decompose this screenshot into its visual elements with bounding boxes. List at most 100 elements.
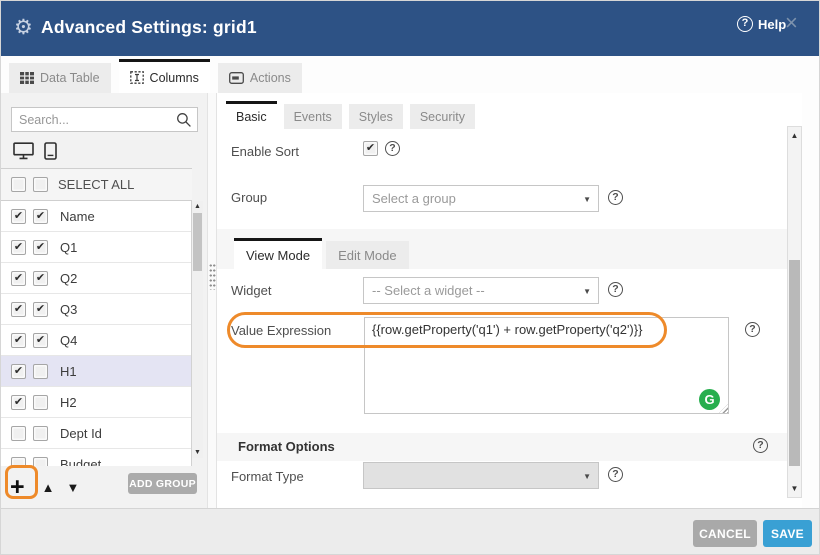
- desktop-checkbox[interactable]: [11, 426, 26, 441]
- desktop-icon[interactable]: [13, 142, 34, 165]
- select-all-mobile-checkbox[interactable]: [33, 177, 48, 192]
- mobile-checkbox[interactable]: ✔: [33, 209, 48, 224]
- widget-label: Widget: [231, 283, 271, 298]
- settings-scrollbar[interactable]: ▲ ▼: [787, 126, 802, 498]
- mobile-checkbox[interactable]: ✔: [33, 333, 48, 348]
- gear-icon: ⚙: [14, 15, 33, 41]
- select-all-row[interactable]: SELECT ALL: [1, 169, 192, 201]
- add-group-button[interactable]: ADD GROUP: [128, 473, 197, 494]
- mobile-checkbox[interactable]: [33, 395, 48, 410]
- column-name: Q1: [60, 240, 77, 255]
- tab-basic[interactable]: Basic: [226, 101, 277, 129]
- value-expression-help-icon[interactable]: ?: [745, 322, 760, 337]
- widget-select-value: -- Select a widget --: [372, 283, 485, 298]
- column-row-name[interactable]: ✔ ✔ Name: [1, 201, 191, 232]
- save-button[interactable]: SAVE: [763, 520, 812, 547]
- search-input[interactable]: [19, 109, 169, 130]
- desktop-checkbox[interactable]: ✔: [11, 271, 26, 286]
- tab-edit-mode[interactable]: Edit Mode: [326, 241, 409, 269]
- dialog-title: Advanced Settings: grid1: [41, 17, 257, 38]
- tab-security[interactable]: Security: [410, 104, 475, 129]
- desktop-checkbox[interactable]: ✔: [11, 240, 26, 255]
- advanced-settings-dialog: ⚙ Advanced Settings: grid1 ? Help × Data…: [0, 0, 820, 555]
- group-help-icon[interactable]: ?: [608, 190, 623, 205]
- enable-sort-help-icon[interactable]: ?: [385, 141, 400, 156]
- desktop-checkbox[interactable]: ✔: [11, 364, 26, 379]
- column-row-h1[interactable]: ✔ H1: [1, 356, 191, 387]
- enable-sort-checkbox[interactable]: ✔: [363, 141, 378, 156]
- mobile-icon[interactable]: [44, 142, 57, 165]
- widget-select[interactable]: -- Select a widget -- ▼: [363, 277, 599, 304]
- mobile-checkbox[interactable]: [33, 457, 48, 467]
- chevron-down-icon: ▼: [583, 287, 591, 296]
- column-name: Q2: [60, 271, 77, 286]
- add-column-button[interactable]: +: [10, 473, 25, 501]
- tab-label: Columns: [150, 71, 199, 85]
- format-type-help-icon[interactable]: ?: [608, 467, 623, 482]
- chevron-down-icon: ▼: [583, 195, 591, 204]
- group-select-value: Select a group: [372, 191, 456, 206]
- column-name: Q3: [60, 302, 77, 317]
- group-select[interactable]: Select a group ▼: [363, 185, 599, 212]
- tab-label: Events: [294, 110, 332, 124]
- desktop-checkbox[interactable]: [11, 457, 26, 467]
- column-row-q4[interactable]: ✔ ✔ Q4: [1, 325, 191, 356]
- grammarly-icon[interactable]: G: [699, 389, 720, 410]
- format-type-select[interactable]: ▼: [363, 462, 599, 489]
- scroll-up-icon[interactable]: ▲: [192, 203, 203, 210]
- dialog-footer: CANCEL SAVE: [1, 508, 820, 555]
- column-name: Q4: [60, 333, 77, 348]
- desktop-checkbox[interactable]: ✔: [11, 395, 26, 410]
- tab-data-table[interactable]: Data Table: [9, 63, 111, 93]
- splitter-grip-icon[interactable]: [209, 263, 216, 290]
- column-name: Budget: [60, 457, 101, 467]
- column-row-budget[interactable]: Budget: [1, 449, 191, 466]
- scroll-up-icon[interactable]: ▲: [788, 131, 801, 140]
- mobile-checkbox[interactable]: ✔: [33, 302, 48, 317]
- help-question-icon: ?: [737, 16, 753, 32]
- tab-actions[interactable]: Actions: [218, 63, 302, 93]
- columns-icon: [130, 71, 144, 84]
- column-row-q3[interactable]: ✔ ✔ Q3: [1, 294, 191, 325]
- select-all-desktop-checkbox[interactable]: [11, 177, 26, 192]
- scroll-down-icon[interactable]: ▼: [192, 449, 203, 456]
- mobile-checkbox[interactable]: ✔: [33, 240, 48, 255]
- tab-label: Styles: [359, 110, 393, 124]
- table-icon: [20, 72, 34, 84]
- widget-help-icon[interactable]: ?: [608, 282, 623, 297]
- desktop-checkbox[interactable]: ✔: [11, 209, 26, 224]
- group-label: Group: [231, 190, 267, 205]
- mobile-checkbox[interactable]: ✔: [33, 271, 48, 286]
- column-row-q2[interactable]: ✔ ✔ Q2: [1, 263, 191, 294]
- help-button[interactable]: ? Help: [737, 16, 786, 32]
- column-row-dept-id[interactable]: Dept Id: [1, 418, 191, 449]
- move-down-button[interactable]: ▼: [66, 480, 79, 495]
- close-icon[interactable]: ×: [785, 12, 798, 34]
- move-up-button[interactable]: ▲: [42, 480, 55, 495]
- column-list: ✔ ✔ Name ✔ ✔ Q1 ✔ ✔ Q2 ✔ ✔ Q3 ✔ ✔: [1, 201, 192, 466]
- tab-styles[interactable]: Styles: [349, 104, 403, 129]
- mobile-checkbox[interactable]: [33, 364, 48, 379]
- desktop-checkbox[interactable]: ✔: [11, 302, 26, 317]
- scroll-down-icon[interactable]: ▼: [788, 484, 801, 493]
- value-expression-input[interactable]: {{row.getProperty('q1') + row.getPropert…: [364, 317, 729, 414]
- search-icon[interactable]: [176, 112, 192, 133]
- scroll-thumb[interactable]: [193, 213, 202, 271]
- column-row-q1[interactable]: ✔ ✔ Q1: [1, 232, 191, 263]
- column-settings-panel: Basic Events Styles Security Enable Sort…: [217, 93, 802, 508]
- column-row-h2[interactable]: ✔ H2: [1, 387, 191, 418]
- mobile-checkbox[interactable]: [33, 426, 48, 441]
- panel-splitter[interactable]: [207, 93, 217, 508]
- mode-tab-band: View Mode Edit Mode: [217, 229, 787, 269]
- desktop-checkbox[interactable]: ✔: [11, 333, 26, 348]
- tab-columns[interactable]: Columns: [119, 59, 210, 93]
- column-list-scrollbar[interactable]: ▲ ▼: [192, 201, 203, 458]
- select-all-label: SELECT ALL: [58, 177, 134, 192]
- cancel-button[interactable]: CANCEL: [693, 520, 757, 547]
- format-options-help-icon[interactable]: ?: [753, 438, 768, 453]
- mode-tab-bar: View Mode Edit Mode: [234, 229, 409, 269]
- tab-view-mode[interactable]: View Mode: [234, 238, 322, 269]
- tab-label: Edit Mode: [338, 248, 397, 263]
- scroll-thumb[interactable]: [789, 260, 800, 466]
- tab-events[interactable]: Events: [284, 104, 342, 129]
